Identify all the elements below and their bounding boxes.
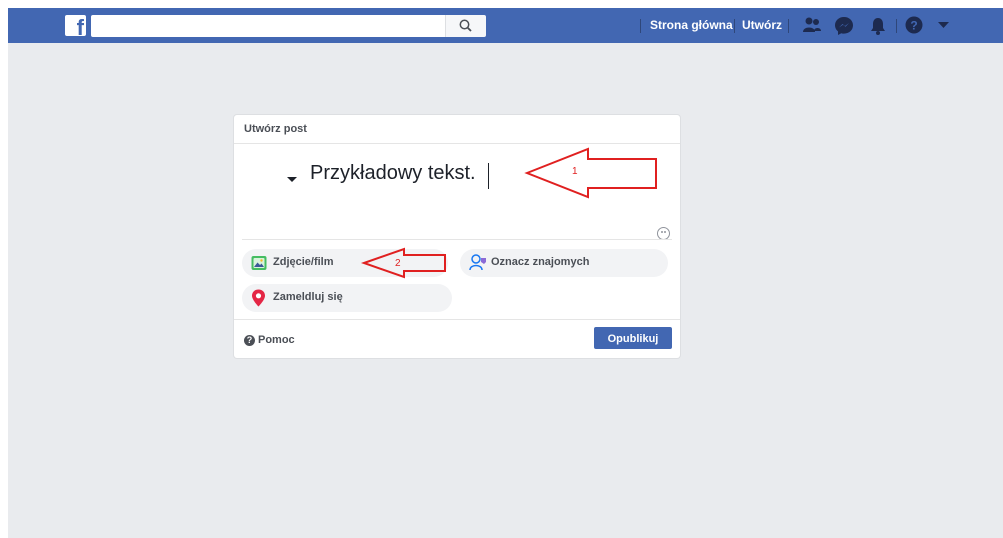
annotation-arrow-2 [360,247,446,279]
page-frame: f Strona główna Utwórz ? Utwórz post Prz… [8,8,1003,538]
annotation-label-1: 1 [572,166,578,177]
annotation-overlay [360,147,657,279]
annotation-label-2: 2 [395,258,401,269]
annotation-arrow-1 [524,147,657,199]
